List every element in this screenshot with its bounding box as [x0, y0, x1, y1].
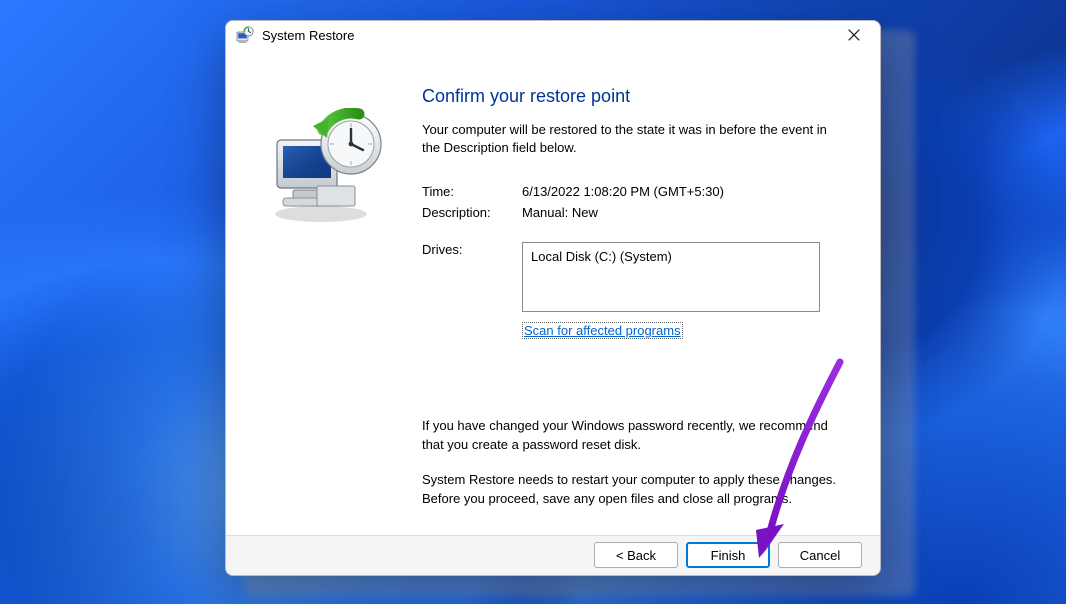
restart-note: System Restore needs to restart your com…: [422, 471, 842, 509]
description-label: Description:: [422, 205, 522, 220]
close-icon: [848, 29, 860, 41]
page-heading: Confirm your restore point: [422, 86, 842, 107]
scan-affected-programs-link[interactable]: Scan for affected programs: [522, 322, 683, 339]
window-title: System Restore: [262, 28, 354, 43]
drive-item[interactable]: Local Disk (C:) (System): [531, 249, 811, 264]
drives-label: Drives:: [422, 242, 522, 339]
wizard-footer: < Back Finish Cancel: [226, 535, 880, 575]
time-value: 6/13/2022 1:08:20 PM (GMT+5:30): [522, 184, 842, 199]
wizard-body: Confirm your restore point Your computer…: [226, 50, 880, 535]
wizard-sidebar: [226, 50, 422, 535]
close-button[interactable]: [836, 21, 872, 49]
restore-graphic-icon: [259, 108, 389, 228]
drives-listbox[interactable]: Local Disk (C:) (System): [522, 242, 820, 312]
system-restore-window: System Restore: [225, 20, 881, 576]
finish-button[interactable]: Finish: [686, 542, 770, 568]
titlebar: System Restore: [226, 21, 880, 50]
page-intro: Your computer will be restored to the st…: [422, 121, 842, 159]
time-label: Time:: [422, 184, 522, 199]
wizard-content: Confirm your restore point Your computer…: [422, 50, 880, 535]
notes-section: If you have changed your Windows passwor…: [422, 417, 842, 508]
system-restore-icon: [236, 26, 254, 44]
description-row: Description: Manual: New: [422, 205, 842, 220]
cancel-button[interactable]: Cancel: [778, 542, 862, 568]
back-button[interactable]: < Back: [594, 542, 678, 568]
time-row: Time: 6/13/2022 1:08:20 PM (GMT+5:30): [422, 184, 842, 199]
drives-row: Drives: Local Disk (C:) (System) Scan fo…: [422, 242, 842, 339]
description-value: Manual: New: [522, 205, 842, 220]
password-note: If you have changed your Windows passwor…: [422, 417, 842, 455]
